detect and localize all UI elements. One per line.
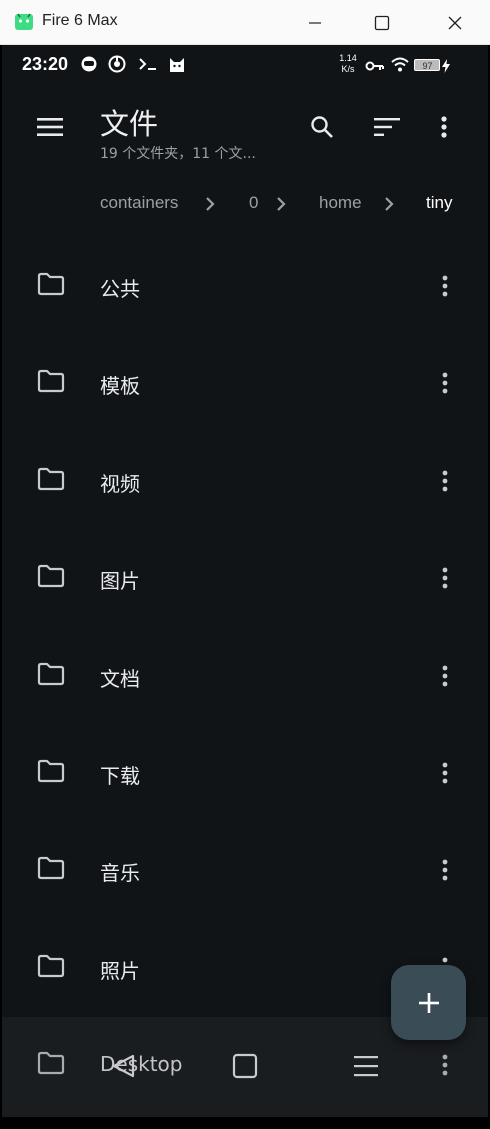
file-row[interactable]: 音乐 [2,822,488,919]
sort-button[interactable] [367,107,407,147]
plus-icon [418,992,439,1013]
file-name: 公共 [100,277,140,301]
android-icon [14,12,34,32]
search-icon [311,116,333,138]
breadcrumb-item-tiny[interactable]: tiny [426,193,452,213]
sort-icon [374,118,400,136]
row-more-button[interactable] [430,558,460,598]
more-vert-icon [442,762,448,784]
row-more-button[interactable] [430,266,460,306]
search-button[interactable] [302,107,342,147]
row-more-button[interactable] [430,850,460,890]
network-speed-unit: K/s [341,64,355,74]
file-name: 图片 [100,569,140,594]
page-title: 文件 [100,107,159,141]
chevron-right-icon [384,196,394,216]
folder-icon [37,564,65,592]
file-name: 音乐 [100,861,140,886]
status-time: 23:20 [22,54,69,74]
folder-count-subtitle: 19 个文件夹，11 个文... [100,146,256,162]
wifi-icon [391,57,409,76]
charging-icon [442,58,450,77]
breadcrumb: containers 0 home tiny [2,185,488,225]
row-more-button[interactable] [430,363,460,403]
maximize-button[interactable] [347,0,417,45]
recents-lines-icon [354,1056,378,1077]
file-row[interactable]: 文档 [2,628,488,725]
row-more-button[interactable] [430,753,460,793]
hamburger-icon [37,118,63,136]
file-name: 文档 [100,666,140,691]
folder-icon [37,467,65,495]
back-button[interactable] [94,1045,154,1087]
close-icon [448,16,462,29]
more-vert-icon [442,372,448,394]
back-triangle-icon [112,1054,135,1078]
status-bar: 23:20 1.14 K/s 97 [2,45,488,87]
folder-icon [37,954,65,982]
overflow-menu-button[interactable] [424,107,464,147]
folder-icon [37,272,65,300]
recents-button[interactable] [336,1045,396,1087]
file-row[interactable]: 下载 [2,725,488,822]
terminal-icon [138,55,158,77]
folder-icon [37,759,65,787]
cat-icon [168,55,186,77]
more-vert-icon [442,567,448,589]
menu-button[interactable] [30,107,70,147]
minimize-button[interactable] [280,0,350,45]
file-row[interactable]: 图片 [2,530,488,627]
cat-face-icon [80,55,98,77]
row-more-button[interactable] [430,461,460,501]
chrome-icon [108,55,126,77]
file-row[interactable]: 模板 [2,335,488,432]
more-vert-icon [442,665,448,686]
maximize-icon [374,15,390,30]
breadcrumb-item-0[interactable]: 0 [249,193,258,213]
file-row[interactable]: 视频 [2,433,488,530]
minimize-icon [309,21,321,24]
folder-icon [37,369,65,397]
more-vert-icon [442,275,448,297]
folder-icon [37,662,65,690]
network-speed: 1.14 K/s [336,53,360,75]
file-row[interactable]: 公共 [2,238,488,335]
window-titlebar: Fire 6 Max [0,0,490,45]
file-name: 视频 [100,471,140,496]
folder-icon [37,856,65,884]
more-vert-icon [441,116,447,138]
add-fab-button[interactable] [391,965,466,1040]
window-title: Fire 6 Max [42,12,118,29]
home-button[interactable] [215,1045,275,1087]
file-name: 照片 [100,958,140,983]
more-vert-icon [442,859,448,881]
close-button[interactable] [420,0,490,45]
row-more-button[interactable] [430,656,460,696]
more-vert-icon [442,470,448,492]
home-square-icon [232,1053,258,1079]
battery-indicator: 97 [414,59,440,71]
chevron-right-icon [205,196,215,216]
phone-screen: 23:20 1.14 K/s 97 文件 19 个文件夹，11 个文... co… [2,45,488,1117]
file-name: 下载 [100,764,140,788]
file-name: 模板 [100,374,140,399]
vpn-key-icon [365,58,385,77]
breadcrumb-item-containers[interactable]: containers [100,193,178,213]
breadcrumb-item-home[interactable]: home [319,193,362,213]
chevron-right-icon [276,196,286,216]
network-speed-value: 1.14 [339,53,357,63]
